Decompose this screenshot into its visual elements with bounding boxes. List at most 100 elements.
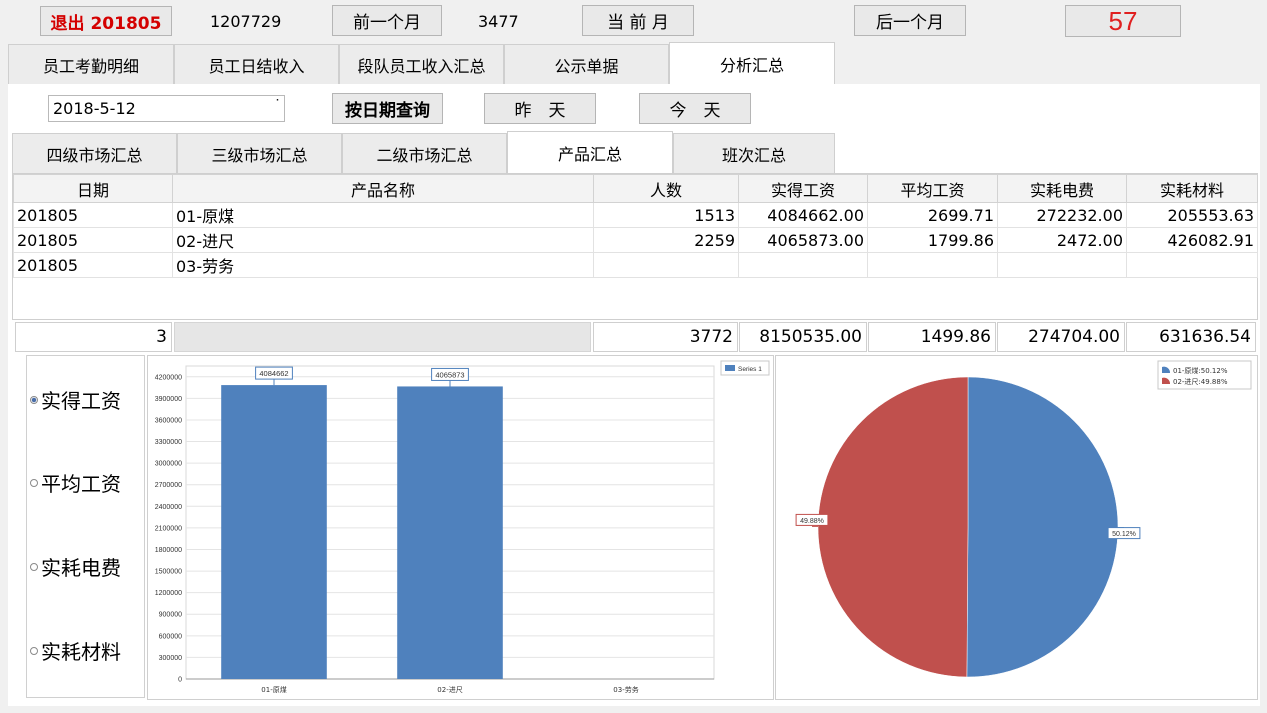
radio-label: 实耗电费 (41, 556, 121, 580)
toolbar-value-b: 3477 (478, 11, 519, 31)
table-cell[interactable]: 1799.86 (867, 227, 998, 253)
radio-label: 实耗材料 (41, 640, 121, 664)
subtab-shift-summary[interactable]: 班次汇总 (673, 133, 835, 173)
data-label: 4084662 (259, 369, 288, 378)
y-tick-label: 3900000 (155, 396, 182, 403)
table-cell[interactable]: 201805 (13, 252, 173, 278)
column-header[interactable]: 实得工资 (738, 174, 868, 203)
bar (221, 385, 327, 679)
subtab-level2-market[interactable]: 二级市场汇总 (342, 133, 507, 173)
table-row[interactable]: 201805 02-进尺 2259 4065873.00 1799.86 247… (13, 227, 1258, 253)
table-cell[interactable]: 03-劳务 (172, 252, 594, 278)
y-tick-label: 600000 (159, 633, 182, 640)
table-cell[interactable]: 02-进尺 (172, 227, 594, 253)
product-summary-table: 日期 产品名称 人数 实得工资 平均工资 实耗电费 实耗材料 201805 01… (13, 174, 1258, 278)
table-cell[interactable]: 272232.00 (997, 202, 1127, 228)
data-label: 50.12% (1112, 531, 1136, 538)
radio-actual-wage[interactable]: 实得工资 (30, 385, 121, 414)
record-counter: 57 (1065, 5, 1181, 37)
tab-team-income-summary[interactable]: 段队员工收入汇总 (339, 44, 504, 84)
radio-icon[interactable] (30, 646, 38, 655)
date-picker-value: 2018-5-12 (53, 99, 136, 118)
column-header[interactable]: 日期 (13, 174, 173, 203)
bar (397, 386, 503, 679)
prev-month-button[interactable]: 前一个月 (332, 5, 442, 36)
subtab-product-summary[interactable]: 产品汇总 (507, 131, 673, 173)
table-cell[interactable]: 4084662.00 (738, 202, 868, 228)
toolbar-value-a: 1207729 (210, 11, 282, 31)
total-actual-wage: 8150535.00 (739, 322, 867, 352)
table-cell[interactable] (1126, 252, 1258, 278)
table-row[interactable]: 201805 01-原煤 1513 4084662.00 2699.71 272… (13, 202, 1258, 228)
table-cell[interactable]: 1513 (593, 202, 739, 228)
table-cell[interactable]: 4065873.00 (738, 227, 868, 253)
table-cell[interactable]: 2699.71 (867, 202, 998, 228)
table-cell[interactable]: 205553.63 (1126, 202, 1258, 228)
y-tick-label: 1500000 (155, 569, 182, 576)
total-electricity: 274704.00 (997, 322, 1125, 352)
y-tick-label: 300000 (159, 655, 182, 662)
date-picker[interactable]: 2018-5-12 ˙ (48, 95, 285, 122)
column-header[interactable]: 实耗材料 (1126, 174, 1258, 203)
table-cell[interactable] (738, 252, 868, 278)
tab-daily-income[interactable]: 员工日结收入 (174, 44, 339, 84)
y-tick-label: 2100000 (155, 525, 182, 532)
radio-material-cost[interactable]: 实耗材料 (30, 636, 121, 665)
table-cell[interactable]: 201805 (13, 227, 173, 253)
y-tick-label: 3300000 (155, 439, 182, 446)
table-cell[interactable]: 2259 (593, 227, 739, 253)
table-cell[interactable] (867, 252, 998, 278)
radio-icon[interactable] (30, 478, 38, 487)
column-header[interactable]: 产品名称 (172, 174, 594, 203)
total-headcount: 3772 (593, 322, 738, 352)
y-tick-label: 2400000 (155, 504, 182, 511)
y-tick-label: 3600000 (155, 417, 182, 424)
total-average-wage: 1499.86 (868, 322, 996, 352)
tab-attendance-detail[interactable]: 员工考勤明细 (8, 44, 174, 84)
column-header[interactable]: 实耗电费 (997, 174, 1127, 203)
next-month-button[interactable]: 后一个月 (854, 5, 966, 36)
y-tick-label: 1200000 (155, 590, 182, 597)
pie-slice (817, 376, 969, 678)
total-count: 3 (15, 322, 172, 352)
current-month-button[interactable]: 当 前 月 (582, 5, 694, 36)
total-material: 631636.54 (1126, 322, 1256, 352)
radio-label: 实得工资 (41, 389, 121, 413)
today-button[interactable]: 今 天 (639, 93, 751, 124)
table-cell[interactable]: 01-原煤 (172, 202, 594, 228)
table-cell[interactable] (997, 252, 1127, 278)
subtab-level4-market[interactable]: 四级市场汇总 (12, 133, 177, 173)
table-cell[interactable]: 2472.00 (997, 227, 1127, 253)
radio-selected-icon[interactable] (30, 395, 38, 404)
x-tick-label: 01-原煤 (261, 685, 286, 694)
column-header[interactable]: 平均工资 (867, 174, 998, 203)
radio-electricity-cost[interactable]: 实耗电费 (30, 552, 121, 581)
radio-average-wage[interactable]: 平均工资 (30, 468, 121, 497)
table-cell[interactable]: 201805 (13, 202, 173, 228)
y-tick-label: 3000000 (155, 461, 182, 468)
legend-label: 01-原煤:50.12% (1173, 366, 1228, 375)
query-by-date-button[interactable]: 按日期查询 (332, 93, 443, 124)
y-tick-label: 1800000 (155, 547, 182, 554)
pie-slice (966, 376, 1119, 678)
legend-label: Series 1 (738, 366, 762, 373)
exit-button[interactable]: 退出 201805 (40, 6, 172, 36)
legend-swatch (725, 365, 735, 371)
x-tick-label: 02-进尺 (437, 686, 462, 694)
bar-chart: 0 300000 600000 900000 1200000 1500000 1800000… (155, 360, 770, 694)
dropdown-arrow-icon[interactable]: ˙ (274, 98, 281, 114)
radio-icon[interactable] (30, 562, 38, 571)
table-row[interactable]: 201805 03-劳务 (13, 252, 1258, 278)
tab-analysis-summary[interactable]: 分析汇总 (669, 42, 835, 84)
tab-public-documents[interactable]: 公示单据 (504, 44, 669, 84)
y-tick-label: 900000 (159, 612, 182, 619)
pie-chart: 50.12% 49.88% 01-原煤:50.12% 02-进尺:49.88% (795, 360, 1252, 678)
column-header[interactable]: 人数 (593, 174, 739, 203)
data-label: 49.88% (800, 518, 824, 525)
yesterday-button[interactable]: 昨 天 (484, 93, 596, 124)
x-tick-label: 03-劳务 (613, 685, 638, 694)
subtab-level3-market[interactable]: 三级市场汇总 (177, 133, 342, 173)
table-cell[interactable]: 426082.91 (1126, 227, 1258, 253)
total-spacer (174, 322, 591, 352)
table-cell[interactable] (593, 252, 739, 278)
